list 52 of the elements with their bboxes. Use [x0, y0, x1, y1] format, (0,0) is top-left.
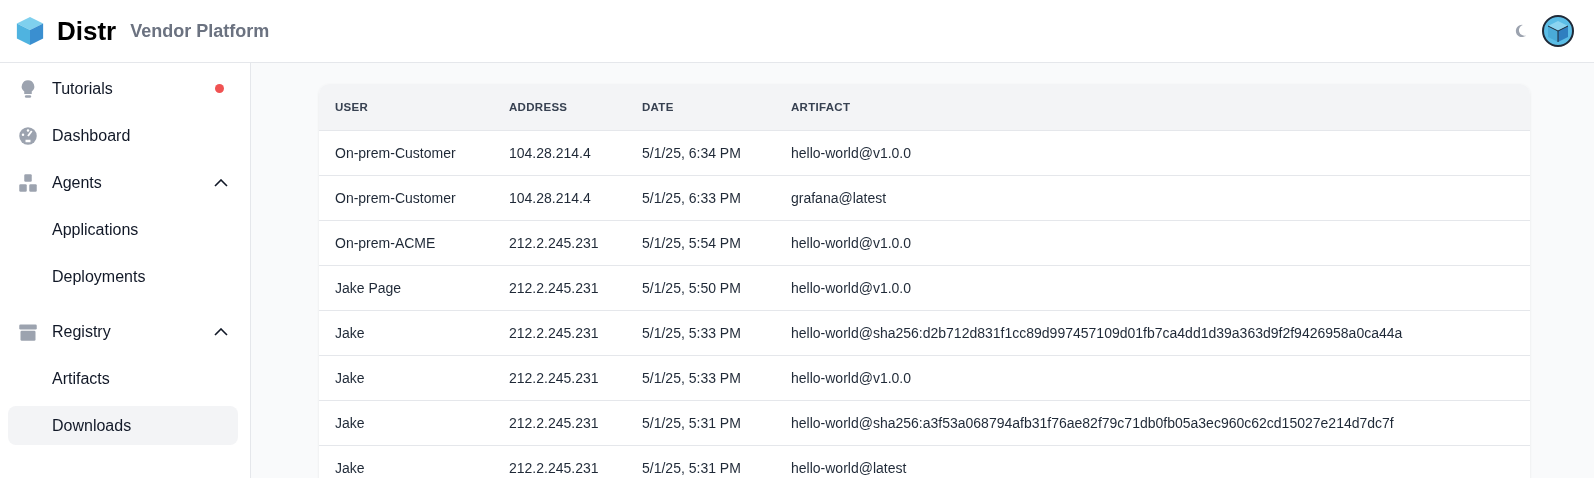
- sidebar-subitem[interactable]: Downloads: [8, 406, 238, 445]
- table-cell: 212.2.245.231: [493, 265, 626, 311]
- table-cell: 5/1/25, 5:31 PM: [626, 400, 775, 446]
- table-cell: hello-world@v1.0.0: [775, 130, 1530, 176]
- table-cell: On-prem-Customer: [319, 130, 493, 176]
- table-cell: On-prem-ACME: [319, 220, 493, 266]
- column-header: ADDRESS: [493, 84, 626, 131]
- gauge-icon: [18, 125, 38, 146]
- table-cell: 5/1/25, 5:33 PM: [626, 310, 775, 356]
- table-cell: hello-world@v1.0.0: [775, 355, 1530, 401]
- table-cell: Jake: [319, 310, 493, 356]
- brand-name: Distr: [57, 15, 117, 47]
- table-cell: hello-world@sha256:a3f53a068794afb31f76ae82f79c71db0fb05a3ec960c62cd15027e214d7dc7f: [775, 400, 1530, 446]
- table-cell: 212.2.245.231: [493, 355, 626, 401]
- sidebar-item[interactable]: Registry: [8, 312, 238, 351]
- table-cell: 5/1/25, 6:33 PM: [626, 175, 775, 221]
- table-cell: Jake: [319, 355, 493, 401]
- table-cell: 5/1/25, 6:34 PM: [626, 130, 775, 176]
- column-header: ARTIFACT: [775, 84, 1530, 131]
- table-cell: 104.28.214.4: [493, 130, 626, 176]
- table-cell: hello-world@v1.0.0: [775, 220, 1530, 266]
- chevron-up-icon[interactable]: [214, 178, 228, 187]
- chevron-up-icon[interactable]: [214, 327, 228, 336]
- table-cell: hello-world@v1.0.0: [775, 265, 1530, 311]
- column-header: USER: [319, 84, 493, 131]
- table-cell: On-prem-Customer: [319, 175, 493, 221]
- cube-logo-icon: [15, 15, 45, 47]
- table-cell: 104.28.214.4: [493, 175, 626, 221]
- sidebar-item[interactable]: Agents: [8, 163, 238, 202]
- sidebar-item[interactable]: Tutorials: [8, 69, 238, 108]
- table-cell: 212.2.245.231: [493, 310, 626, 356]
- table-cell: hello-world@latest: [775, 445, 1530, 478]
- table-cell: 212.2.245.231: [493, 445, 626, 478]
- boxes-icon: [18, 172, 38, 193]
- table-cell: 5/1/25, 5:54 PM: [626, 220, 775, 266]
- table-cell: 5/1/25, 5:50 PM: [626, 265, 775, 311]
- table-cell: Jake: [319, 445, 493, 478]
- brand-subtitle: Vendor Platform: [130, 20, 270, 42]
- table-cell: Jake Page: [319, 265, 493, 311]
- table-cell: 212.2.245.231: [493, 220, 626, 266]
- sidebar-item[interactable]: Dashboard: [8, 116, 238, 155]
- table-cell: hello-world@sha256:d2b712d831f1cc89d997457109d01fb7ca4dd1d39a363d9f2f9426958a0ca44a: [775, 310, 1530, 356]
- table-cell: 5/1/25, 5:33 PM: [626, 355, 775, 401]
- table-cell: 5/1/25, 5:31 PM: [626, 445, 775, 478]
- column-header: DATE: [626, 84, 775, 131]
- sidebar-subitem[interactable]: Applications: [8, 210, 238, 249]
- sidebar-subitem[interactable]: Deployments: [8, 257, 238, 296]
- avatar-icon[interactable]: [1542, 15, 1574, 47]
- table-cell: grafana@latest: [775, 175, 1530, 221]
- table-cell: 212.2.245.231: [493, 400, 626, 446]
- table-cell: Jake: [319, 400, 493, 446]
- sidebar-subitem[interactable]: Artifacts: [8, 359, 238, 398]
